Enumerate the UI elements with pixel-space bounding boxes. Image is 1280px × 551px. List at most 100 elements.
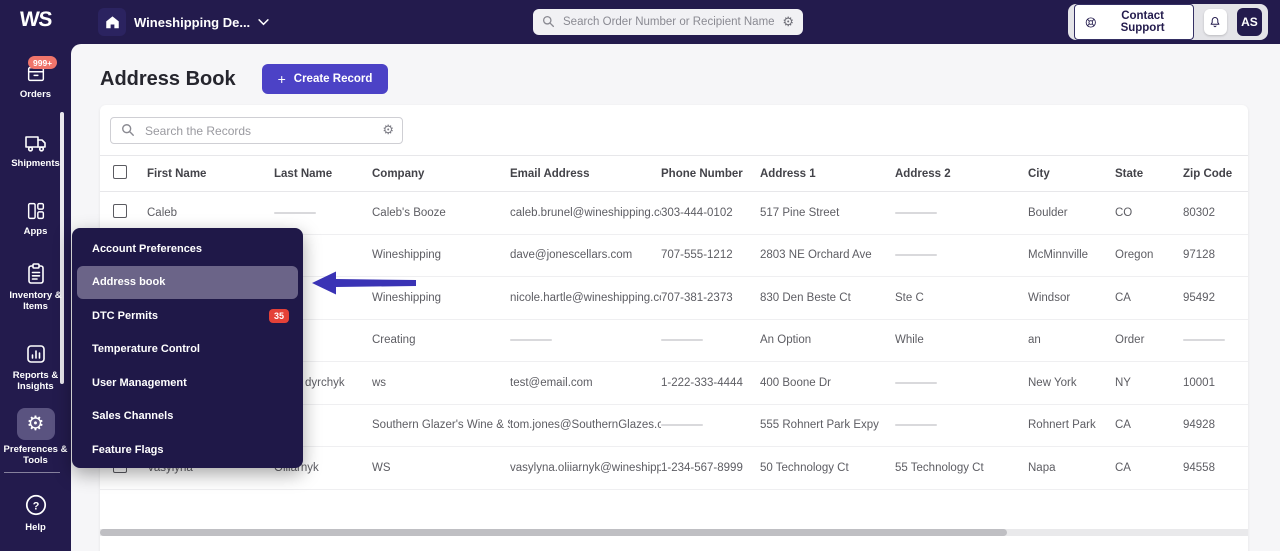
cell-addr2 xyxy=(895,207,1028,219)
cell-state: NY xyxy=(1115,377,1183,389)
cell-zip: 10001 xyxy=(1183,377,1248,389)
column-header[interactable]: Address 1 xyxy=(760,168,895,180)
column-header[interactable]: First Name xyxy=(147,168,274,180)
cell-company: Southern Glazer's Wine & S... xyxy=(372,419,510,431)
filter-settings-icon[interactable]: ⚙ xyxy=(382,122,394,138)
cell-email: tom.jones@SouthernGlazes.com xyxy=(510,419,661,431)
cell-phone: 1-234-567-8999 xyxy=(661,462,760,474)
cell-addr1: 400 Boone Dr xyxy=(760,377,895,389)
column-header[interactable]: Zip Code xyxy=(1183,168,1248,180)
cell-company: Caleb's Booze xyxy=(372,207,510,219)
column-header[interactable]: Phone Number xyxy=(661,168,760,180)
cell-email: test@email.com xyxy=(510,377,661,389)
cell-first: Caleb xyxy=(147,207,274,219)
cell-phone xyxy=(661,419,760,431)
sidebar-scrollbar[interactable] xyxy=(60,112,64,384)
brand-logo: WS xyxy=(0,8,72,32)
apps-grid-icon xyxy=(23,200,49,222)
cell-email xyxy=(510,334,661,346)
cell-addr1: An Option xyxy=(760,334,895,346)
svg-text:?: ? xyxy=(32,500,39,512)
home-icon xyxy=(98,8,126,36)
records-search: ⚙ xyxy=(110,117,403,144)
column-header[interactable]: Email Address xyxy=(510,168,661,180)
contact-support-label: Contact Support xyxy=(1103,10,1183,34)
menu-item-address-book[interactable]: Address book xyxy=(77,266,298,300)
sidebar-item-orders[interactable]: 999+ Orders xyxy=(0,63,71,100)
menu-item-temperature-control[interactable]: Temperature Control xyxy=(72,333,303,367)
menu-item-label: Feature Flags xyxy=(92,444,164,456)
records-search-input[interactable] xyxy=(110,117,403,144)
cell-addr1: 50 Technology Ct xyxy=(760,462,895,474)
cell-addr1: 555 Rohnert Park Expy xyxy=(760,419,895,431)
empty-value-dash xyxy=(661,339,703,341)
menu-item-user-management[interactable]: User Management xyxy=(72,366,303,400)
preferences-tools-menu: Account Preferences Address book DTC Per… xyxy=(72,228,303,468)
menu-item-dtc-permits[interactable]: DTC Permits 35 xyxy=(72,299,303,333)
search-icon xyxy=(121,123,135,142)
row-checkbox[interactable] xyxy=(113,204,127,218)
annotation-arrow-left xyxy=(312,270,417,296)
truck-icon xyxy=(22,132,50,154)
sidebar-divider xyxy=(4,472,60,473)
support-icon xyxy=(1085,16,1097,29)
contact-support-button[interactable]: Contact Support xyxy=(1074,4,1194,40)
cell-zip: 95492 xyxy=(1183,292,1248,304)
page-header: Address Book + Create Record xyxy=(71,44,1280,94)
chevron-down-icon xyxy=(258,19,269,26)
cell-state: Oregon xyxy=(1115,249,1183,261)
global-search-input[interactable] xyxy=(533,9,803,35)
empty-value-dash xyxy=(895,212,937,214)
cell-last xyxy=(274,207,372,219)
cell-city: Boulder xyxy=(1028,207,1115,219)
help-icon: ? xyxy=(23,492,49,518)
sidebar-item-preferences[interactable]: ⚙ Preferences & Tools xyxy=(0,408,71,467)
topbar-actions: Contact Support AS xyxy=(1068,4,1268,40)
search-settings-icon[interactable]: ⚙ xyxy=(782,14,794,30)
column-header[interactable]: Company xyxy=(372,168,510,180)
cell-company: Wineshipping xyxy=(372,249,510,261)
company-selector[interactable]: Wineshipping De... xyxy=(98,8,269,36)
column-header[interactable]: State xyxy=(1115,168,1183,180)
cell-state: CO xyxy=(1115,207,1183,219)
column-header[interactable]: Last Name xyxy=(274,168,372,180)
topbar: Wineshipping De... ⚙ Contact Support AS xyxy=(71,0,1280,44)
menu-item-label: User Management xyxy=(92,377,187,389)
cell-phone: 707-555-1212 xyxy=(661,249,760,261)
empty-value-dash xyxy=(1183,339,1225,341)
menu-item-account-preferences[interactable]: Account Preferences xyxy=(72,232,303,266)
cell-company: ws xyxy=(372,377,510,389)
cell-state: CA xyxy=(1115,292,1183,304)
cell-email: dave@jonescellars.com xyxy=(510,249,661,261)
sidebar-item-label: Preferences & Tools xyxy=(0,444,71,467)
page-title: Address Book xyxy=(100,68,236,91)
menu-item-sales-channels[interactable]: Sales Channels xyxy=(72,400,303,434)
gear-icon: ⚙ xyxy=(17,408,55,440)
create-record-button[interactable]: + Create Record xyxy=(262,64,389,94)
empty-value-dash xyxy=(895,254,937,256)
cell-addr2 xyxy=(895,419,1028,431)
menu-item-feature-flags[interactable]: Feature Flags xyxy=(72,433,303,467)
column-header[interactable]: City xyxy=(1028,168,1115,180)
orders-count-badge: 999+ xyxy=(28,56,57,69)
scrollbar-thumb[interactable] xyxy=(100,529,1007,536)
cell-phone: 707-381-2373 xyxy=(661,292,760,304)
notifications-button[interactable] xyxy=(1204,9,1227,35)
cell-addr1: 830 Den Beste Ct xyxy=(760,292,895,304)
cell-company: WS xyxy=(372,462,510,474)
search-icon xyxy=(542,15,555,33)
select-all-checkbox[interactable] xyxy=(113,165,127,179)
empty-value-dash xyxy=(895,424,937,426)
sidebar-item-help[interactable]: ? Help xyxy=(0,492,71,533)
empty-value-dash xyxy=(274,212,316,214)
company-name: Wineshipping De... xyxy=(134,15,250,30)
cell-phone: 1-222-333-4444 xyxy=(661,377,760,389)
column-header[interactable]: Address 2 xyxy=(895,168,1028,180)
cell-zip: 80302 xyxy=(1183,207,1248,219)
sidebar-item-label: Orders xyxy=(0,89,71,100)
menu-item-label: Sales Channels xyxy=(92,410,173,422)
cell-state: Order xyxy=(1115,334,1183,346)
cell-email: vasylyna.oliiarnyk@wineshipping... xyxy=(510,462,661,474)
avatar[interactable]: AS xyxy=(1237,8,1262,36)
cell-company: Creating xyxy=(372,334,510,346)
